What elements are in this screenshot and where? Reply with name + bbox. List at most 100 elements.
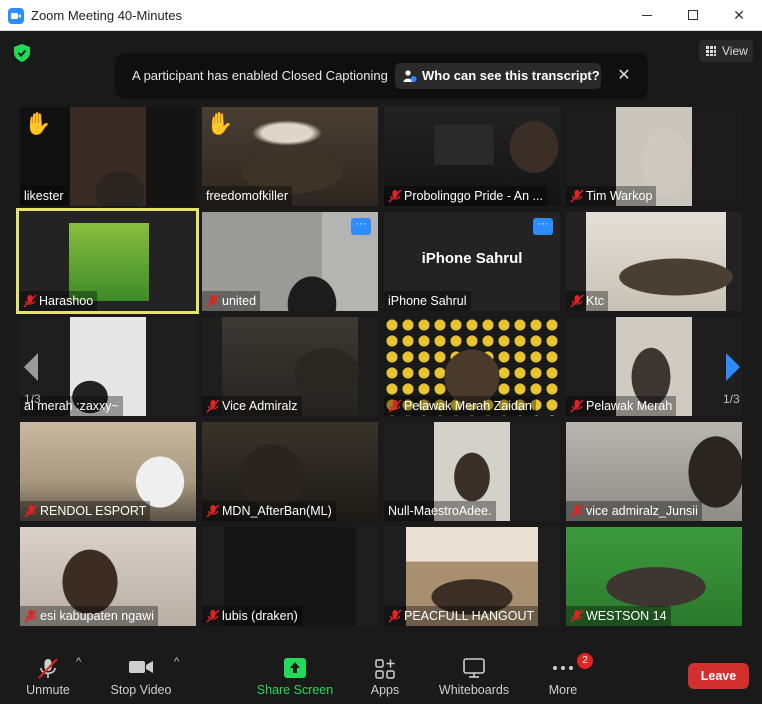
apps-button[interactable]: Apps [364,638,406,704]
unmute-button[interactable]: Unmute [20,638,76,704]
meeting-area: View A participant has enabled Closed Ca… [0,32,762,638]
view-button[interactable]: View [699,40,753,62]
tile-more-options-button[interactable]: ··· [351,218,371,235]
leave-meeting-button[interactable]: Leave [688,663,749,689]
banner-close-button[interactable]: ✕ [615,64,633,88]
whiteboards-label: Whiteboards [438,683,510,697]
window-title: Zoom Meeting 40-Minutes [31,8,183,23]
name-label-bar: Pelawak Merah [566,396,677,416]
participant-name: Harashoo [39,294,94,308]
participant-tile[interactable]: Pelawak Merah Zaidan [384,317,560,416]
meeting-toolbar: Unmute ^ Stop Video ^ Share Screen Apps [0,638,762,704]
maximize-button[interactable] [670,0,716,31]
participant-name: freedomofkiller [206,189,288,203]
mic-off-icon [23,294,37,308]
participant-name: lubis (draken) [222,609,298,623]
name-label-bar: Probolinggo Pride - An ... [384,186,547,206]
name-label-bar: PEACFULL HANGOUT [384,606,539,626]
participant-name: esi kabupaten ngawi [40,609,154,623]
participant-tile[interactable]: Tim Warkop [566,107,742,206]
microphone-muted-icon [38,658,58,679]
name-label-bar: lubis (draken) [202,606,302,626]
participant-tile[interactable]: ✋ freedomofkiller [202,107,378,206]
participant-tile[interactable]: Null-MaestroAdee. [384,422,560,521]
mic-off-icon [388,189,402,203]
name-label-bar: likester [20,186,68,206]
participant-tile[interactable]: Pelawak Merah [566,317,742,416]
name-label-bar: MDN_AfterBan(ML) [202,501,336,521]
participant-tile[interactable]: lubis (draken) [202,527,378,626]
participant-tile[interactable]: vice admiralz_Junsii [566,422,742,521]
share-screen-label: Share Screen [256,683,334,697]
who-can-see-transcript-button[interactable]: Who can see this transcript? [395,63,601,89]
participant-tile[interactable]: Ktc [566,212,742,311]
participant-tile[interactable]: esi kabupaten ngawi [20,527,196,626]
whiteboards-button[interactable]: Whiteboards [436,638,512,704]
name-label-bar: Tim Warkop [566,186,657,206]
more-label: More [548,683,578,697]
participant-name: Vice Admiralz [222,399,298,413]
maximize-icon [688,10,698,20]
name-label-bar: Harashoo [19,291,98,311]
name-label-bar: united [202,291,261,311]
grid-view-icon [706,46,716,56]
participant-tile[interactable]: al merah :zaxxy~ [20,317,196,416]
name-label-bar: Pelawak Merah Zaidan [384,396,536,416]
audio-options-caret-icon[interactable]: ^ [76,656,81,668]
mic-off-icon [570,504,584,518]
participant-tile[interactable]: PEACFULL HANGOUT [384,527,560,626]
whiteboard-icon [463,658,485,678]
mic-off-icon [570,294,584,308]
close-window-button[interactable]: ✕ [716,0,762,31]
page-indicator-right: 1/3 [723,392,740,406]
participant-tile[interactable]: ✋ likester [20,107,196,206]
name-label-bar: Vice Admiralz [202,396,302,416]
video-options-caret-icon[interactable]: ^ [174,656,179,668]
stop-video-label: Stop Video [110,683,172,697]
mic-off-icon [570,399,584,413]
participant-tile[interactable]: ··· iPhone Sahrul iPhone Sahrul [384,212,560,311]
name-label-bar: Null-MaestroAdee. [384,501,496,521]
participant-name: Null-MaestroAdee. [388,504,492,518]
more-button[interactable]: More [544,638,582,704]
participant-tile[interactable]: ··· united [202,212,378,311]
participant-tile[interactable]: MDN_AfterBan(ML) [202,422,378,521]
participant-tile[interactable]: WESTSON 14 [566,527,742,626]
apps-label: Apps [370,683,400,697]
participant-name: RENDOL ESPORT [40,504,147,518]
participant-name: WESTSON 14 [586,609,667,623]
view-button-label: View [722,44,748,58]
previous-page-arrow-icon[interactable] [20,350,42,384]
name-label-bar: esi kabupaten ngawi [20,606,158,626]
stop-video-button[interactable]: Stop Video [106,638,176,704]
name-label-bar: WESTSON 14 [566,606,671,626]
share-screen-button[interactable]: Share Screen [256,638,334,704]
participant-tile[interactable]: Vice Admiralz [202,317,378,416]
window-titlebar: Zoom Meeting 40-Minutes ✕ [0,0,762,31]
tile-more-options-button[interactable]: ··· [533,218,553,235]
next-page-arrow-icon[interactable] [722,350,744,384]
participant-name: Pelawak Merah [586,399,673,413]
mic-off-icon [570,609,584,623]
participant-tile-active-speaker[interactable]: Harashoo [16,208,199,314]
raised-hand-icon: ✋ [24,111,52,136]
participant-tile[interactable]: RENDOL ESPORT [20,422,196,521]
captioning-banner: A participant has enabled Closed Caption… [115,53,648,99]
participant-name: MDN_AfterBan(ML) [222,504,332,518]
mic-off-icon [206,609,220,623]
name-label-bar: Ktc [566,291,609,311]
who-can-see-label: Who can see this transcript? [422,68,600,83]
mic-off-icon [388,399,402,413]
participant-tile[interactable]: Probolinggo Pride - An ... [384,107,560,206]
minimize-button[interactable] [624,0,670,31]
raised-hand-icon: ✋ [206,111,234,136]
zoom-app-icon [8,8,24,24]
participant-name: Pelawak Merah Zaidan [404,399,532,413]
security-shield-icon[interactable] [14,44,30,62]
participant-name: Probolinggo Pride - An ... [404,189,543,203]
participant-display-name: iPhone Sahrul [421,250,523,267]
name-label-bar: RENDOL ESPORT [20,501,151,521]
mic-off-icon [206,294,220,308]
name-label-bar: iPhone Sahrul [384,291,471,311]
more-dots-icon [553,666,573,670]
